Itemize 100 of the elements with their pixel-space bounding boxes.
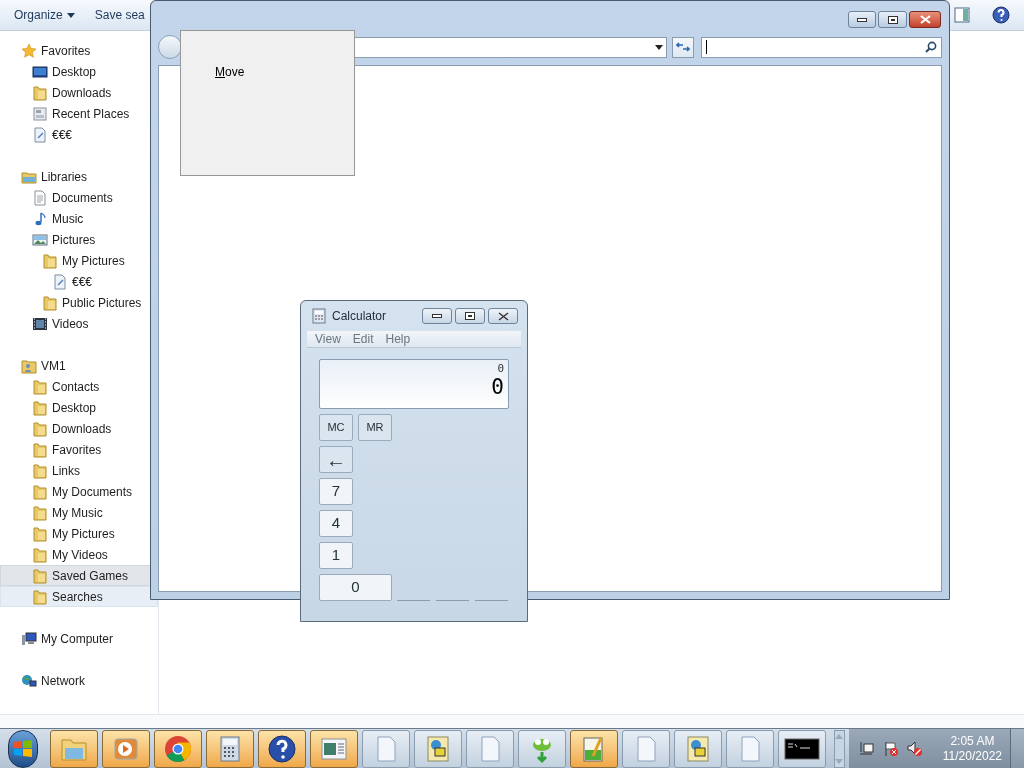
nav-item[interactable]: VM1 bbox=[0, 355, 158, 376]
toolbar-button[interactable]: Organize bbox=[10, 6, 79, 24]
close-button[interactable] bbox=[909, 11, 941, 28]
minimize-icon bbox=[857, 17, 867, 22]
folder-icon bbox=[32, 462, 48, 479]
calculator-key[interactable]: 4 bbox=[319, 510, 353, 537]
folder-icon bbox=[32, 420, 48, 437]
scroll-down-icon bbox=[835, 758, 844, 764]
close-icon bbox=[919, 15, 931, 24]
folder-icon bbox=[32, 84, 48, 101]
expression-text: 0 bbox=[497, 362, 504, 375]
chrome-icon bbox=[162, 733, 193, 764]
nav-item[interactable]: €€€ bbox=[0, 124, 158, 145]
close-button[interactable] bbox=[488, 308, 518, 324]
pane-icon bbox=[954, 7, 970, 23]
preview-pane-button[interactable] bbox=[954, 7, 970, 23]
picture-icon bbox=[32, 231, 48, 248]
network-icon[interactable] bbox=[858, 740, 875, 757]
close-icon bbox=[497, 311, 509, 321]
calculator-key[interactable]: MR bbox=[358, 414, 392, 441]
back-button[interactable] bbox=[158, 35, 182, 59]
nav-item[interactable]: Videos bbox=[0, 313, 158, 334]
folder-icon bbox=[32, 399, 48, 416]
scroll-up-icon bbox=[835, 733, 844, 739]
nav-item[interactable]: My Pictures bbox=[0, 250, 158, 271]
nav-item[interactable]: Music bbox=[0, 208, 158, 229]
search-icon bbox=[925, 41, 937, 53]
caret-icon bbox=[66, 12, 75, 18]
nav-item[interactable]: Public Pictures bbox=[0, 292, 158, 313]
search-field[interactable] bbox=[701, 36, 942, 58]
folder-icon bbox=[42, 294, 58, 311]
result-text: 0 bbox=[491, 375, 504, 399]
help-icon bbox=[266, 733, 297, 764]
maximize-icon bbox=[465, 312, 475, 320]
nav-item[interactable]: My Music bbox=[0, 502, 158, 523]
clock-date: 11/20/2022 bbox=[942, 748, 1002, 764]
network-globe-icon bbox=[21, 672, 37, 689]
file-icon bbox=[32, 126, 48, 143]
nav-item[interactable]: Favorites bbox=[0, 439, 158, 460]
nav-item[interactable]: My Videos bbox=[0, 544, 158, 565]
nav-item[interactable]: Downloads bbox=[0, 418, 158, 439]
folder-icon bbox=[32, 588, 48, 605]
calculator-key[interactable]: MC bbox=[319, 414, 353, 441]
nav-item[interactable]: €€€ bbox=[0, 271, 158, 292]
help-button[interactable] bbox=[992, 6, 1010, 24]
menu-item[interactable]: Move bbox=[215, 63, 245, 81]
clock-time: 2:05 AM bbox=[950, 733, 995, 749]
calculator-key[interactable]: 0 bbox=[319, 574, 392, 601]
taskbar-button[interactable] bbox=[777, 729, 826, 768]
nav-item[interactable]: My Computer bbox=[0, 628, 158, 649]
nav-item[interactable]: Network bbox=[0, 670, 158, 691]
monitor-icon bbox=[32, 63, 48, 80]
calculator-icon bbox=[312, 308, 326, 324]
folder-icon bbox=[32, 567, 48, 584]
nav-item[interactable]: Searches bbox=[0, 586, 158, 607]
menu-item[interactable]: Edit bbox=[352, 330, 374, 348]
nav-item[interactable]: Libraries bbox=[0, 166, 158, 187]
star-icon bbox=[21, 42, 37, 59]
nav-item[interactable]: Pictures bbox=[0, 229, 158, 250]
folder-icon bbox=[32, 483, 48, 500]
maximize-button[interactable] bbox=[455, 308, 485, 324]
maximize-icon bbox=[887, 15, 898, 24]
help-icon bbox=[992, 6, 1010, 24]
taskbar-button[interactable] bbox=[257, 729, 306, 768]
refresh-button[interactable] bbox=[672, 36, 694, 58]
nav-item[interactable]: Desktop bbox=[0, 397, 158, 418]
nav-item[interactable]: Links bbox=[0, 460, 158, 481]
folder-icon bbox=[32, 546, 48, 563]
speaker-muted-icon[interactable] bbox=[906, 740, 923, 757]
nav-item[interactable]: My Documents bbox=[0, 481, 158, 502]
dropdown-caret-icon bbox=[655, 44, 663, 50]
nav-item[interactable]: Contacts bbox=[0, 376, 158, 397]
show-desktop-button[interactable] bbox=[1010, 728, 1024, 768]
flag-icon[interactable] bbox=[882, 740, 899, 757]
calculator-key[interactable]: 1 bbox=[319, 542, 353, 569]
nav-item[interactable]: My Pictures bbox=[0, 523, 158, 544]
computer-icon bbox=[21, 630, 37, 647]
minimize-icon bbox=[432, 314, 442, 318]
nav-item[interactable]: Favorites bbox=[0, 40, 158, 61]
nav-item[interactable]: Desktop bbox=[0, 61, 158, 82]
minimize-button[interactable] bbox=[848, 11, 876, 28]
film-icon bbox=[32, 315, 48, 332]
recent-places-icon bbox=[32, 105, 48, 122]
folder-icon bbox=[32, 525, 48, 542]
folder-icon bbox=[42, 252, 58, 269]
calculator-key[interactable]: 7 bbox=[319, 478, 353, 505]
menu-item[interactable]: Help bbox=[385, 330, 411, 348]
maximize-button[interactable] bbox=[878, 11, 907, 28]
toolbar-button[interactable]: Save sea bbox=[90, 6, 149, 24]
folder-icon bbox=[32, 378, 48, 395]
calculator-key[interactable]: ← bbox=[319, 446, 353, 473]
nav-item[interactable]: Downloads bbox=[0, 82, 158, 103]
minimize-button[interactable] bbox=[422, 308, 452, 324]
folder-icon bbox=[32, 441, 48, 458]
folder-icon bbox=[32, 504, 48, 521]
menu-item[interactable]: View bbox=[315, 330, 341, 348]
nav-item[interactable]: Recent Places bbox=[0, 103, 158, 124]
nav-item[interactable]: Documents bbox=[0, 187, 158, 208]
refresh-arrows-icon bbox=[676, 41, 690, 53]
start-button[interactable] bbox=[8, 729, 38, 768]
